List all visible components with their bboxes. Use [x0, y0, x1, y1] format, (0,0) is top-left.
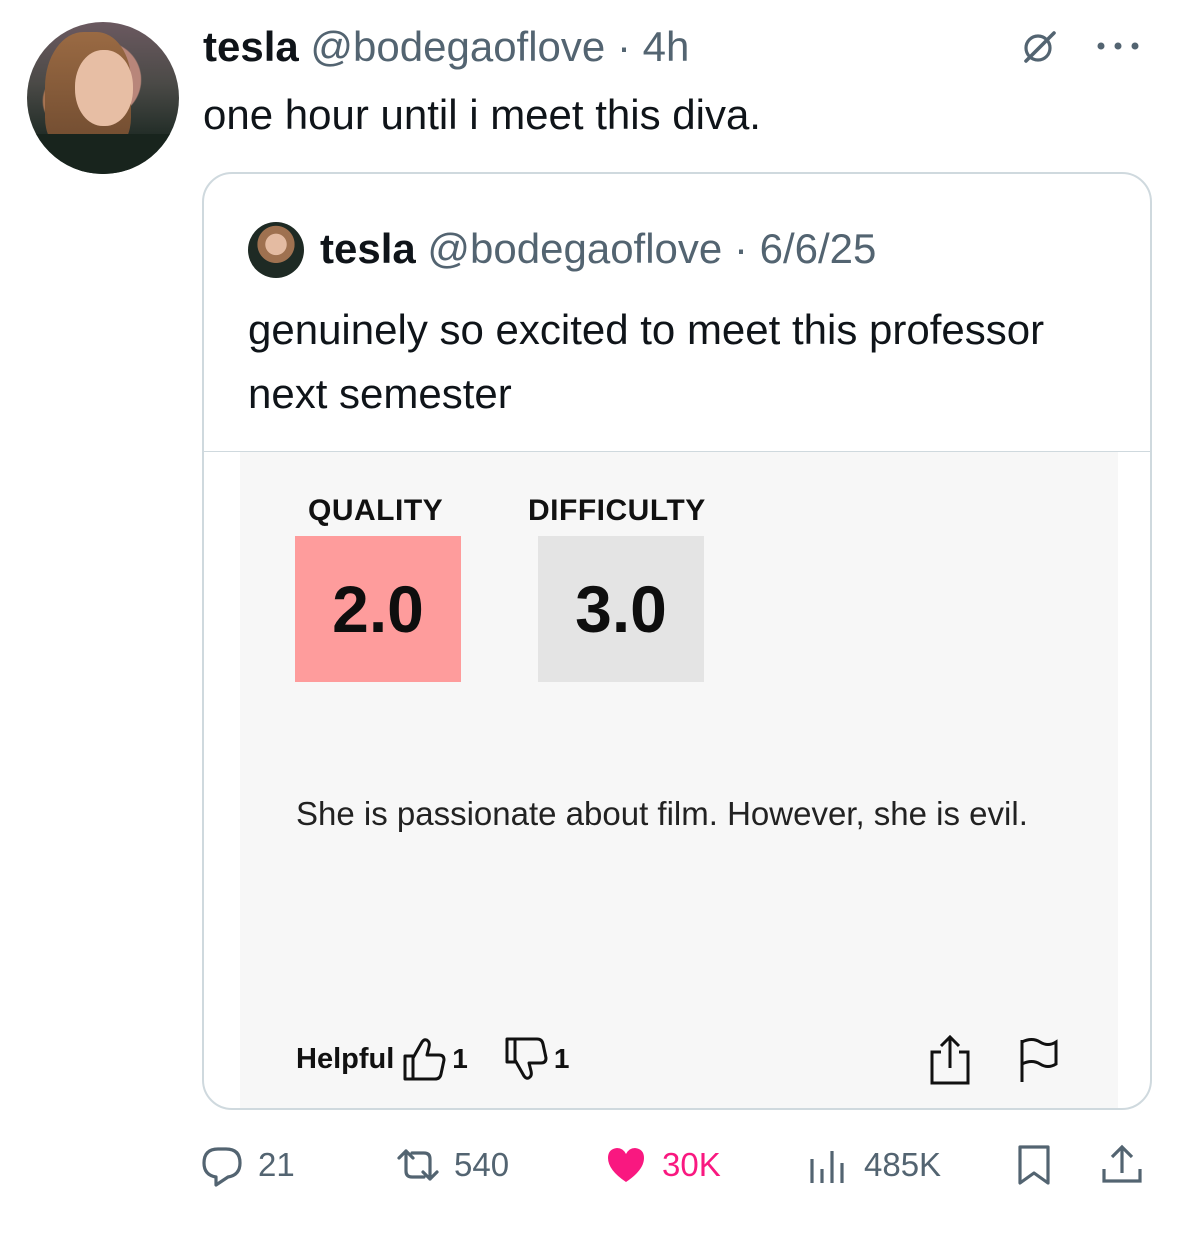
- thumbs-down-icon: [505, 1037, 548, 1080]
- rating-card-image[interactable]: QUALITY DIFFICULTY 2.0 3.0 She is passio…: [240, 452, 1118, 1108]
- quality-label: QUALITY: [308, 494, 444, 527]
- share-button[interactable]: [1100, 1138, 1158, 1192]
- quoted-separator: ·: [733, 225, 748, 272]
- bookmark-button[interactable]: [1012, 1138, 1070, 1192]
- difficulty-label: DIFFICULTY: [528, 494, 706, 527]
- like-button[interactable]: 30K: [604, 1138, 721, 1192]
- thumbs-down-count: 1: [553, 1043, 570, 1074]
- flag-icon: [1020, 1038, 1058, 1082]
- quoted-tweet-text: genuinely so excited to meet this profes…: [248, 306, 1045, 417]
- quoted-date: 6/6/25: [759, 225, 877, 272]
- action-bar: 21 540 30K 485K: [200, 1138, 1160, 1192]
- difficulty-score: 3.0: [538, 536, 704, 682]
- like-count: 30K: [662, 1146, 721, 1183]
- timestamp[interactable]: 4h: [643, 23, 690, 70]
- more-icon[interactable]: [1092, 34, 1144, 58]
- thumbs-up-icon: [403, 1038, 446, 1081]
- views-icon: [810, 1151, 844, 1183]
- reply-button[interactable]: 21: [200, 1138, 295, 1192]
- helpful-row: Helpful 1 1: [296, 1034, 569, 1084]
- quoted-author-name: tesla: [320, 225, 416, 272]
- helpful-label: Helpful: [296, 1042, 395, 1075]
- separator: ·: [616, 23, 631, 70]
- bookmark-icon: [1018, 1145, 1050, 1185]
- author-name[interactable]: tesla: [203, 23, 299, 70]
- share-icon: [1102, 1144, 1142, 1183]
- quoted-tweet-card[interactable]: tesla @bodegaoflove · 6/6/25 genuinely s…: [202, 172, 1152, 1110]
- views-button[interactable]: 485K: [806, 1138, 941, 1192]
- tweet-text: one hour until i meet this diva.: [203, 91, 761, 138]
- repost-icon: [397, 1149, 439, 1181]
- reply-icon: [202, 1147, 242, 1187]
- grok-icon[interactable]: [1020, 28, 1058, 66]
- views-count: 485K: [864, 1146, 942, 1183]
- quoted-avatar: [248, 222, 304, 278]
- quoted-tweet-header: tesla @bodegaoflove · 6/6/25: [320, 224, 876, 274]
- heart-icon: [608, 1148, 644, 1182]
- tweet-header: tesla @bodegaoflove · 4h: [203, 24, 689, 70]
- quality-score: 2.0: [295, 536, 461, 682]
- share-icon: [930, 1034, 970, 1085]
- repost-button[interactable]: 540: [396, 1138, 509, 1192]
- quoted-author-handle: @bodegaoflove: [427, 225, 723, 272]
- repost-count: 540: [454, 1146, 510, 1183]
- avatar[interactable]: [27, 22, 179, 174]
- thumbs-up-count: 1: [452, 1043, 468, 1074]
- reply-count: 21: [258, 1146, 295, 1183]
- author-handle[interactable]: @bodegaoflove: [310, 23, 605, 70]
- review-comment: She is passionate about film. However, s…: [296, 795, 1028, 832]
